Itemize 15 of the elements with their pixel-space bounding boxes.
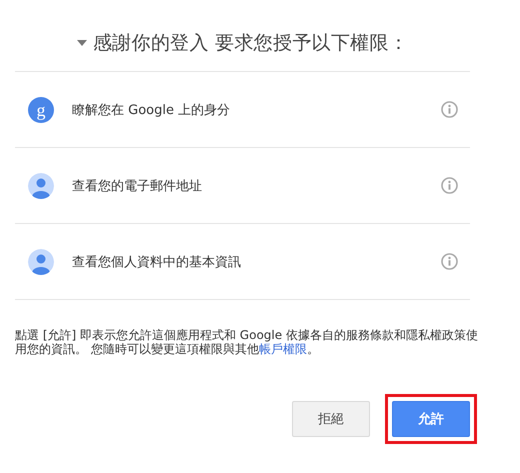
deny-button[interactable]: 拒絕 — [292, 401, 370, 437]
account-permissions-link[interactable]: 帳戶權限 — [258, 342, 307, 356]
person-icon — [28, 248, 54, 274]
google-badge-icon: g — [28, 96, 54, 122]
info-icon[interactable] — [441, 177, 458, 194]
permission-label: 查看您的電子郵件地址 — [72, 178, 203, 194]
info-icon[interactable] — [441, 101, 458, 118]
info-icon[interactable] — [441, 253, 458, 270]
permission-label: 查看您個人資料中的基本資訊 — [72, 254, 242, 270]
caret-icon[interactable] — [76, 40, 87, 46]
person-icon — [28, 172, 54, 198]
allow-button[interactable]: 允許 — [392, 401, 470, 437]
dialog-title: 感謝你的登入 要求您授予以下權限： — [92, 30, 408, 56]
permission-label: 瞭解您在 Google 上的身分 — [72, 102, 232, 118]
consent-notice: 點選 [允許] 即表示您允許這個應用程式和 Google 依據各自的服務條款和隱私權政策使用您的資訊。 您隨時可以變更這項權限與其他帳戶權限。 — [15, 328, 479, 356]
